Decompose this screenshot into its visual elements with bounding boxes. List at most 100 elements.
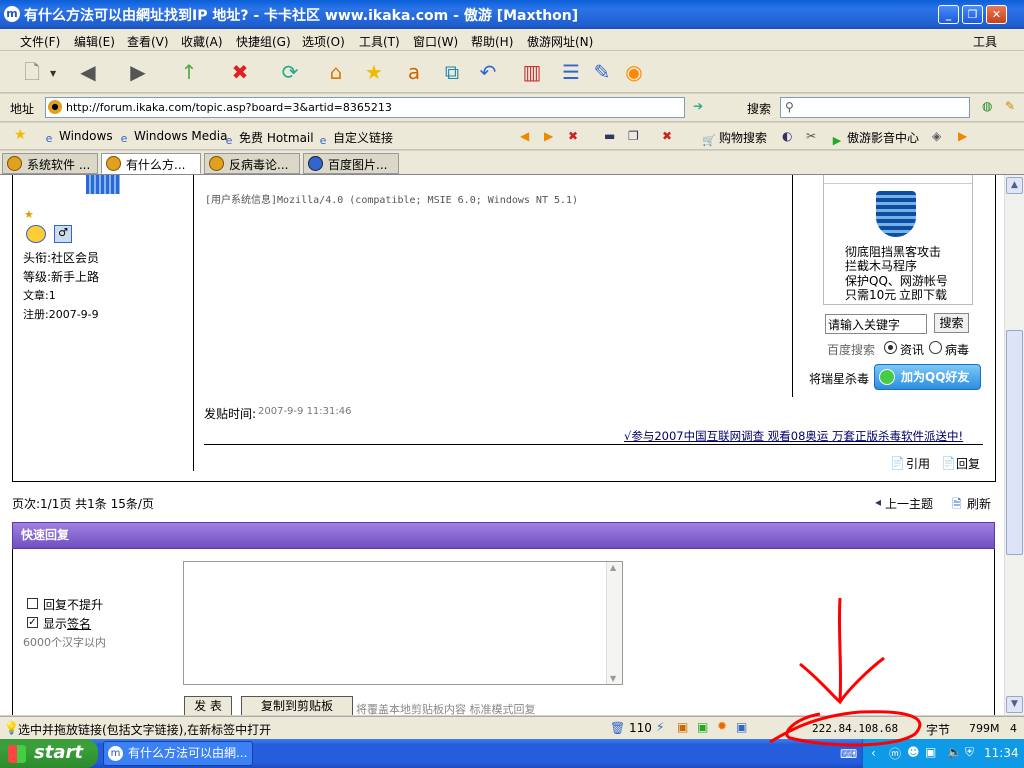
lion-icon	[209, 156, 224, 171]
restore-tab-icon[interactable]: ❐	[628, 129, 639, 143]
add-favorite-icon[interactable]: ★	[14, 127, 27, 143]
ad-price-link[interactable]: 只需10元	[845, 286, 896, 303]
signature-link[interactable]: 签名	[67, 615, 91, 632]
ad-download-link[interactable]: 立即下载	[899, 286, 947, 303]
window-icon[interactable]: ⧉	[438, 58, 466, 86]
start-button[interactable]: start	[0, 739, 98, 768]
address-input[interactable]: ● http://forum.ikaka.com/topic.asp?board…	[45, 97, 685, 118]
popup-icon[interactable]: ▣	[677, 720, 688, 734]
scroll-down-icon[interactable]: ▼	[610, 674, 616, 683]
page-scrollbar[interactable]: ▲ ▼	[1004, 175, 1024, 715]
fav-custom-links[interactable]: e 自定义链接	[316, 129, 393, 148]
add-qq-button[interactable]: 加为QQ好友	[874, 364, 981, 390]
rss-icon[interactable]: ◉	[620, 58, 648, 86]
trash-icon[interactable]: 🗑	[610, 721, 625, 735]
char-limit: 6000个汉字以内	[23, 636, 106, 649]
minimize-tab-icon[interactable]: ▬	[604, 129, 615, 143]
search-label: 搜索	[747, 102, 772, 116]
favorites-star-icon[interactable]: ★	[360, 58, 388, 86]
search-input[interactable]: ⚲	[780, 97, 970, 118]
undo-icon[interactable]: ↶	[474, 58, 502, 86]
keyword-input[interactable]	[825, 314, 927, 334]
quote-link[interactable]: 引用	[906, 455, 930, 472]
ad-block-icon[interactable]: ▣	[697, 720, 708, 734]
restore-button[interactable]: ❐	[962, 5, 983, 24]
new-page-icon[interactable]: 🗋	[18, 58, 46, 86]
no-bump-checkbox[interactable]	[27, 598, 38, 609]
fav-windows[interactable]: e Windows	[42, 129, 113, 146]
reply-textarea[interactable]: ▲ ▼	[183, 561, 623, 685]
menu-window[interactable]: 窗口(W)	[413, 33, 458, 50]
tab-antivirus-forum[interactable]: 反病毒论...	[204, 153, 300, 174]
rising-label: 将瑞星杀毒	[809, 372, 870, 386]
menu-edit[interactable]: 编辑(E)	[74, 33, 115, 50]
menu-maxthon-sites[interactable]: 傲游网址(N)	[527, 33, 593, 50]
notes-icon[interactable]: ✎	[588, 58, 616, 86]
compass-icon[interactable]: ◐	[782, 129, 792, 143]
menu-groups[interactable]: 快捷组(G)	[236, 33, 291, 50]
scroll-up-icon[interactable]: ▲	[610, 563, 616, 572]
tray-lion-icon[interactable]: ☻	[907, 745, 920, 759]
tools-icon[interactable]: ✂	[806, 129, 816, 143]
search-button[interactable]: 搜索	[934, 313, 969, 333]
back-icon[interactable]: ◀	[74, 58, 102, 86]
screen-icon[interactable]: ▣	[736, 720, 747, 734]
tray-network-icon[interactable]: ▣	[925, 745, 936, 759]
close-button[interactable]: ✕	[986, 5, 1007, 24]
tab-left-icon[interactable]: ◀	[520, 129, 529, 143]
tab-system-software[interactable]: 系统软件 ...	[2, 153, 98, 174]
scroll-down-button[interactable]: ▼	[1006, 696, 1023, 713]
reply-link[interactable]: 回复	[956, 455, 980, 472]
fav-hotmail[interactable]: e 免费 Hotmail	[222, 129, 314, 148]
dropdown-icon[interactable]: ▼	[50, 70, 58, 78]
tray-shield-icon[interactable]: ⛨	[965, 745, 974, 760]
close-tab-icon[interactable]: ✖	[568, 129, 578, 143]
textarea-scrollbar[interactable]: ▲ ▼	[606, 562, 622, 684]
diamond-icon[interactable]: ◈	[932, 129, 941, 143]
menu-favorites[interactable]: 收藏(A)	[181, 33, 223, 50]
forward-icon[interactable]: ▶	[124, 58, 152, 86]
menu-view[interactable]: 查看(V)	[127, 33, 169, 50]
stop-icon[interactable]: ✖	[226, 58, 254, 86]
fav-windows-media[interactable]: e Windows Media	[117, 129, 228, 146]
menu-options[interactable]: 选项(O)	[302, 33, 345, 50]
shopping-search[interactable]: 🛒 购物搜索	[702, 129, 767, 148]
tab-current[interactable]: 有什么方...	[101, 153, 201, 174]
refresh-link[interactable]: 刷新	[967, 495, 991, 512]
tray-maxthon-icon[interactable]: ⓜ	[889, 745, 901, 762]
submit-button[interactable]: 发 表	[184, 696, 232, 715]
columns-icon[interactable]: ▥	[518, 58, 546, 86]
tab-right-icon[interactable]: ▶	[544, 129, 553, 143]
sun-icon[interactable]: ✹	[717, 719, 727, 733]
menu-tools-right[interactable]: 工具	[973, 33, 997, 50]
globe-icon[interactable]: ◍	[982, 99, 992, 113]
show-signature-checkbox[interactable]: ✓	[27, 617, 38, 628]
home-icon[interactable]: ⌂	[322, 58, 350, 86]
menu-tools[interactable]: 工具(T)	[359, 33, 400, 50]
go-icon[interactable]: ➔	[693, 99, 703, 113]
menu-help[interactable]: 帮助(H)	[471, 33, 513, 50]
radio-virus[interactable]	[929, 341, 942, 354]
translate-icon[interactable]: a	[400, 58, 428, 86]
refresh-icon[interactable]: ⟳	[276, 58, 304, 86]
promo-link[interactable]: √参与2007中国互联网调查 观看08奥运 万套正版杀毒软件派送中!	[624, 428, 963, 444]
media-center[interactable]: ▶ 傲游影音中心	[830, 129, 919, 148]
minimize-button[interactable]: _	[938, 5, 959, 24]
keyboard-icon[interactable]: ⌨	[840, 747, 857, 761]
sidebar-icon[interactable]: ☰	[557, 58, 585, 86]
copy-clipboard-button[interactable]: 复制到剪贴板	[241, 696, 353, 715]
pen-icon[interactable]: ✎	[1005, 99, 1015, 113]
scroll-thumb[interactable]	[1006, 330, 1023, 555]
scroll-up-button[interactable]: ▲	[1006, 177, 1023, 194]
close-all-icon[interactable]: ✖	[662, 129, 672, 143]
up-icon[interactable]: ↑	[175, 58, 203, 86]
radio-news[interactable]	[884, 341, 897, 354]
tray-volume-icon[interactable]: 🔈	[947, 745, 962, 759]
menu-file[interactable]: 文件(F)	[20, 33, 60, 50]
tab-baidu-images[interactable]: 百度图片...	[303, 153, 399, 174]
tray-expand-icon[interactable]: ‹	[871, 746, 876, 760]
speed-icon[interactable]: ⚡	[656, 720, 664, 734]
prev-topic-link[interactable]: 上一主题	[885, 495, 933, 512]
more-icon[interactable]: ▶	[958, 129, 967, 143]
taskbar-browser-item[interactable]: m 有什么方法可以由網...	[103, 741, 253, 766]
